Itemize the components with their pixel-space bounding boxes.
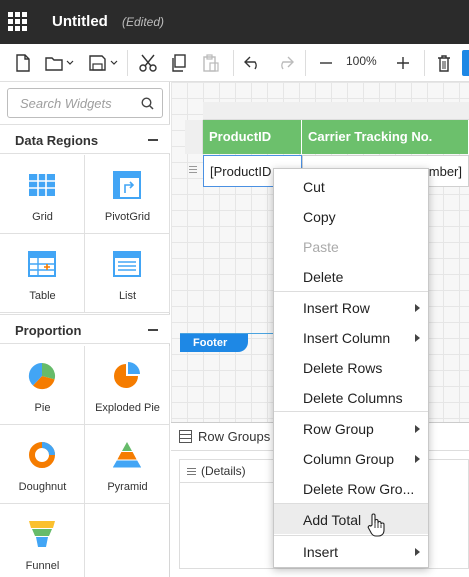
zoom-out-icon[interactable] [318,52,334,74]
footer-tag[interactable]: Footer [180,334,248,352]
widget-label: Pyramid [107,481,148,493]
widget-label: Exploded Pie [95,402,160,414]
row-drag-handle[interactable] [189,166,197,174]
delete-icon[interactable] [435,52,453,74]
preview-button-edge[interactable] [462,50,469,76]
search-placeholder: Search Widgets [20,96,112,111]
exploded-pie-icon [114,362,140,388]
search-icon[interactable] [141,97,154,110]
widget-table[interactable]: Table [0,234,85,313]
widget-pie[interactable]: Pie [0,346,85,425]
cut-icon[interactable] [138,52,158,74]
menu-item-row-group[interactable]: Row Group [274,413,428,443]
menu-item-insert-row[interactable]: Insert Row [274,292,428,322]
details-group-item[interactable]: (Details) [179,459,279,483]
row-ruler [185,120,203,154]
pyramid-icon [113,442,141,468]
drag-handle-icon [187,468,196,475]
collapse-icon[interactable] [148,139,158,141]
table-header-cell[interactable]: ProductID [203,120,302,154]
submenu-arrow-icon [415,304,420,312]
undo-icon[interactable] [243,52,263,74]
hand-cursor-icon [367,513,385,537]
app-menu-icon[interactable] [8,12,28,32]
widget-grid[interactable]: Grid [0,155,85,234]
details-label: (Details) [201,464,246,478]
menu-item-insert[interactable]: Insert [274,536,428,566]
row-groups-icon [179,430,192,443]
menu-separator [274,411,428,412]
submenu-arrow-icon [415,425,420,433]
save-icon[interactable] [88,52,120,74]
copy-icon[interactable] [170,52,188,74]
widget-label: PivotGrid [104,211,151,223]
toolbar: 100% [0,44,469,82]
report-title: Untitled [52,13,108,30]
pie-icon [28,362,56,390]
list-icon [113,251,141,277]
zoom-level[interactable]: 100% [346,54,377,68]
open-file-icon[interactable] [44,52,76,74]
menu-item-column-group[interactable]: Column Group [274,443,428,473]
new-file-icon[interactable] [14,52,32,74]
section-label: Data Regions [15,133,99,148]
submenu-arrow-icon [415,455,420,463]
widget-exploded-pie[interactable]: Exploded Pie [85,346,170,425]
widget-panel: Search Widgets Data Regions Grid PivotGr… [0,82,170,577]
widget-doughnut[interactable]: Doughnut [0,425,85,504]
widget-label: Pie [34,402,51,414]
row-groups-title: Row Groups [198,429,271,444]
submenu-arrow-icon [415,548,420,556]
widget-label: Funnel [25,560,60,572]
menu-item-delete-columns[interactable]: Delete Columns [274,382,428,412]
edited-indicator: (Edited) [122,15,165,29]
funnel-icon [29,521,55,547]
grid-icon [29,174,55,196]
widget-label: List [118,290,137,302]
menu-item-delete[interactable]: Delete [274,261,428,291]
title-bar: Untitled (Edited) [0,0,469,44]
proportion-header[interactable]: Proportion [0,314,170,344]
menu-item-cut[interactable]: Cut [274,171,428,201]
widget-label: Doughnut [18,481,67,493]
widget-pyramid[interactable]: Pyramid [85,425,170,504]
doughnut-icon [29,442,55,468]
table-header-cell[interactable]: Carrier Tracking No. [302,120,469,154]
menu-item-insert-column[interactable]: Insert Column [274,322,428,352]
report-designer: Untitled (Edited) 100% Search Widgets Da… [0,0,469,577]
menu-item-delete-row-group[interactable]: Delete Row Gro... [274,473,428,503]
widget-list[interactable]: List [85,234,170,313]
widget-label: Table [29,290,56,302]
zoom-in-icon[interactable] [395,52,411,74]
column-ruler [203,102,469,120]
collapse-icon[interactable] [148,329,158,331]
table-icon [28,251,56,277]
menu-item-paste: Paste [303,239,339,255]
paste-icon [202,52,220,74]
data-regions-header[interactable]: Data Regions [0,124,170,154]
search-widgets-input[interactable]: Search Widgets [7,88,163,118]
menu-item-add-total[interactable]: Add Total [274,504,428,534]
context-menu: Cut Copy Paste Delete Insert Row Insert … [273,168,429,568]
widget-funnel[interactable]: Funnel [0,504,85,577]
section-label: Proportion [15,323,82,338]
redo-icon [275,52,295,74]
pivotgrid-icon [113,171,141,199]
submenu-arrow-icon [415,334,420,342]
widget-label: Grid [32,211,53,223]
menu-item-delete-rows[interactable]: Delete Rows [274,352,428,382]
menu-item-copy[interactable]: Copy [274,201,428,231]
widget-pivotgrid[interactable]: PivotGrid [85,155,170,234]
